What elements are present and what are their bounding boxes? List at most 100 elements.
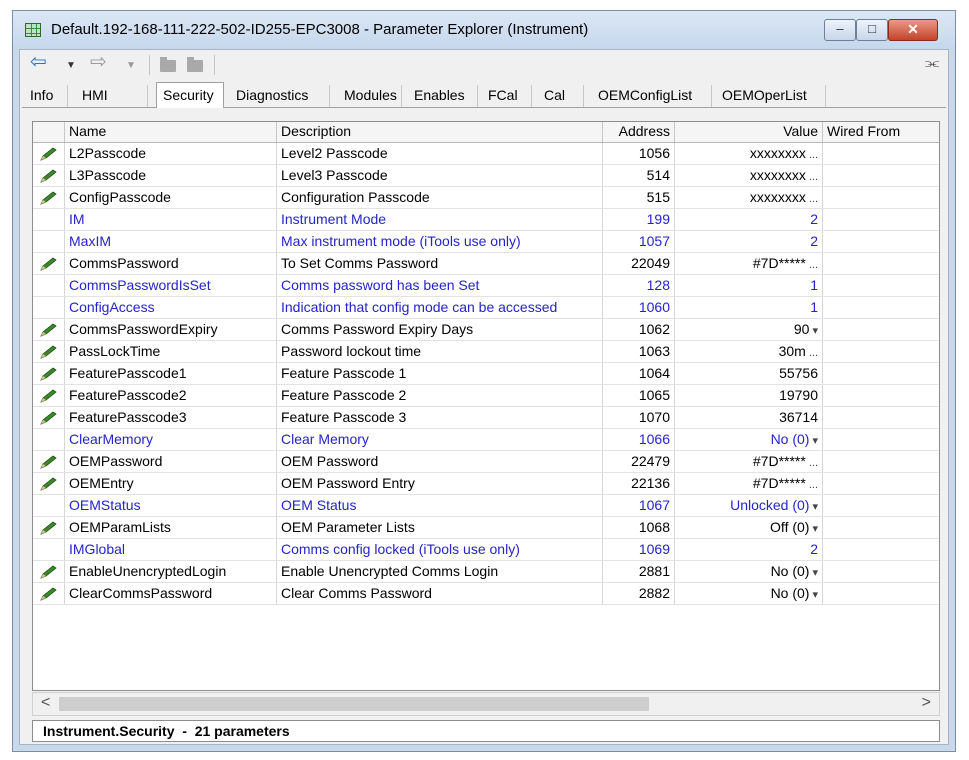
header-wired-from[interactable]: Wired From [823,122,939,142]
parameter-value[interactable]: 55756 [675,363,823,384]
parameter-value[interactable]: 1 [675,275,823,296]
dropdown-arrow-icon[interactable]: ▾ [812,523,818,535]
scroll-left-icon[interactable]: < [41,694,50,712]
ellipsis-button[interactable]: ... [809,479,818,491]
parameter-value[interactable]: xxxxxxxx... [675,187,823,208]
table-row[interactable]: CommsPasswordIsSet Comms password has bee… [33,275,939,297]
forward-arrow-icon[interactable]: ⇨ [90,52,107,72]
tab-fcal[interactable]: FCal [482,85,532,107]
parameter-name: CommsPasswordIsSet [65,275,277,296]
parameter-value[interactable]: xxxxxxxx... [675,143,823,164]
folder-icon[interactable] [160,57,176,72]
tab-oemoperlist[interactable]: OEMOperList [716,85,826,107]
table-row[interactable]: ConfigAccess Indication that config mode … [33,297,939,319]
edit-indicator-cell [33,187,65,208]
edit-indicator-cell [33,473,65,494]
folder-up-icon[interactable] [187,57,203,72]
back-arrow-icon[interactable]: ⇦ [30,52,47,72]
header-address[interactable]: Address [603,122,675,142]
table-row[interactable]: FeaturePasscode3 Feature Passcode 3 1070 36… [33,407,939,429]
table-row[interactable]: IMGlobal Comms config locked (iTools use … [33,539,939,561]
dropdown-arrow-icon[interactable]: ▾ [812,325,818,337]
parameter-value[interactable]: 36714 [675,407,823,428]
dropdown-arrow-icon[interactable]: ▾ [812,435,818,447]
minimize-button[interactable]: – [824,19,856,41]
ellipsis-button[interactable]: ... [809,149,818,161]
forward-history-dropdown-icon[interactable]: ▼ [126,56,136,76]
header-value[interactable]: Value [675,122,823,142]
table-row[interactable]: PassLockTime Password lockout time 1063 30m… [33,341,939,363]
horizontal-scrollbar[interactable]: < > [32,692,940,716]
table-row[interactable]: FeaturePasscode1 Feature Passcode 1 1064 55… [33,363,939,385]
table-row[interactable]: L2Passcode Level2 Passcode 1056 xxxxxxxx... [33,143,939,165]
scrollbar-thumb[interactable] [59,697,649,711]
parameter-value[interactable]: #7D*****... [675,253,823,274]
table-row[interactable]: ClearMemory Clear Memory 1066 No (0) ▾ [33,429,939,451]
parameter-name: ConfigPasscode [65,187,277,208]
parameter-value[interactable]: 30m... [675,341,823,362]
dropdown-arrow-icon[interactable]: ▾ [812,501,818,513]
dropdown-arrow-icon[interactable]: ▾ [812,567,818,579]
tab-oemconfiglist[interactable]: OEMConfigList [592,85,712,107]
parameter-value[interactable]: Off (0) ▾ [675,517,823,538]
parameter-value[interactable]: No (0) ▾ [675,561,823,582]
parameter-name: OEMEntry [65,473,277,494]
table-row[interactable]: OEMStatus OEM Status 1067 Unlocked (0) ▾ [33,495,939,517]
table-row[interactable]: IM Instrument Mode 199 2 [33,209,939,231]
header-edit-column [33,122,65,142]
parameter-value[interactable]: #7D*****... [675,451,823,472]
table-row[interactable]: CommsPassword To Set Comms Password 22049 #… [33,253,939,275]
parameter-value[interactable]: 19790 [675,385,823,406]
tab-info[interactable]: Info [24,85,68,107]
table-row[interactable]: L3Passcode Level3 Passcode 514 xxxxxxxx... [33,165,939,187]
table-row[interactable]: OEMParamLists OEM Parameter Lists 1068 Off … [33,517,939,539]
table-row[interactable]: ClearCommsPassword Clear Comms Password 28… [33,583,939,605]
parameter-grid[interactable]: Name Description Address Value Wired Fro… [32,121,940,691]
back-history-dropdown-icon[interactable]: ▼ [66,56,76,76]
table-row[interactable]: MaxIM Max instrument mode (iTools use onl… [33,231,939,253]
table-row[interactable]: EnableUnencryptedLogin Enable Unencrypted… [33,561,939,583]
ellipsis-button[interactable]: ... [809,347,818,359]
parameter-value[interactable]: #7D*****... [675,473,823,494]
ellipsis-button[interactable]: ... [809,171,818,183]
parameter-value[interactable]: xxxxxxxx... [675,165,823,186]
header-name[interactable]: Name [65,122,277,142]
tab-security[interactable]: Security [156,82,224,108]
title-bar[interactable]: Default.192-168-111-222-502-ID255-EPC300… [13,11,955,49]
close-button[interactable]: ✕ [888,19,938,41]
tab-hmi[interactable]: HMI [76,85,148,107]
parameter-value[interactable]: No (0) ▾ [675,583,823,604]
parameter-value[interactable]: 1 [675,297,823,318]
table-row[interactable]: OEMPassword OEM Password 22479 #7D*****... [33,451,939,473]
parameter-value[interactable]: 2 [675,209,823,230]
parameter-value[interactable]: 90 ▾ [675,319,823,340]
parameter-value[interactable]: Unlocked (0) ▾ [675,495,823,516]
pin-icon[interactable]: ⫘ [925,54,939,74]
table-row[interactable]: ConfigPasscode Configuration Passcode 515 x… [33,187,939,209]
ellipsis-button[interactable]: ... [809,259,818,271]
parameter-name: FeaturePasscode2 [65,385,277,406]
tab-modules[interactable]: Modules [338,85,402,107]
ellipsis-button[interactable]: ... [809,193,818,205]
parameter-address: 1062 [603,319,675,340]
pencil-icon [40,411,57,425]
parameter-value[interactable]: 2 [675,231,823,252]
table-row[interactable]: OEMEntry OEM Password Entry 22136 #7D*****.… [33,473,939,495]
ellipsis-button[interactable]: ... [809,457,818,469]
parameter-value[interactable]: No (0) ▾ [675,429,823,450]
table-row[interactable]: CommsPasswordExpiry Comms Password Expiry… [33,319,939,341]
parameter-address: 1063 [603,341,675,362]
scroll-right-icon[interactable]: > [922,694,931,712]
tab-diagnostics[interactable]: Diagnostics [230,85,330,107]
parameter-value-text: #7D***** [752,255,806,271]
table-row[interactable]: FeaturePasscode2 Feature Passcode 2 1065 19… [33,385,939,407]
maximize-button[interactable]: □ [856,19,888,41]
edit-indicator-cell [33,495,65,516]
parameter-value[interactable]: 2 [675,539,823,560]
tab-enables[interactable]: Enables [408,85,478,107]
parameter-description: OEM Parameter Lists [277,517,603,538]
header-description[interactable]: Description [277,122,603,142]
dropdown-arrow-icon[interactable]: ▾ [812,589,818,601]
parameter-name: FeaturePasscode1 [65,363,277,384]
tab-cal[interactable]: Cal [538,85,584,107]
